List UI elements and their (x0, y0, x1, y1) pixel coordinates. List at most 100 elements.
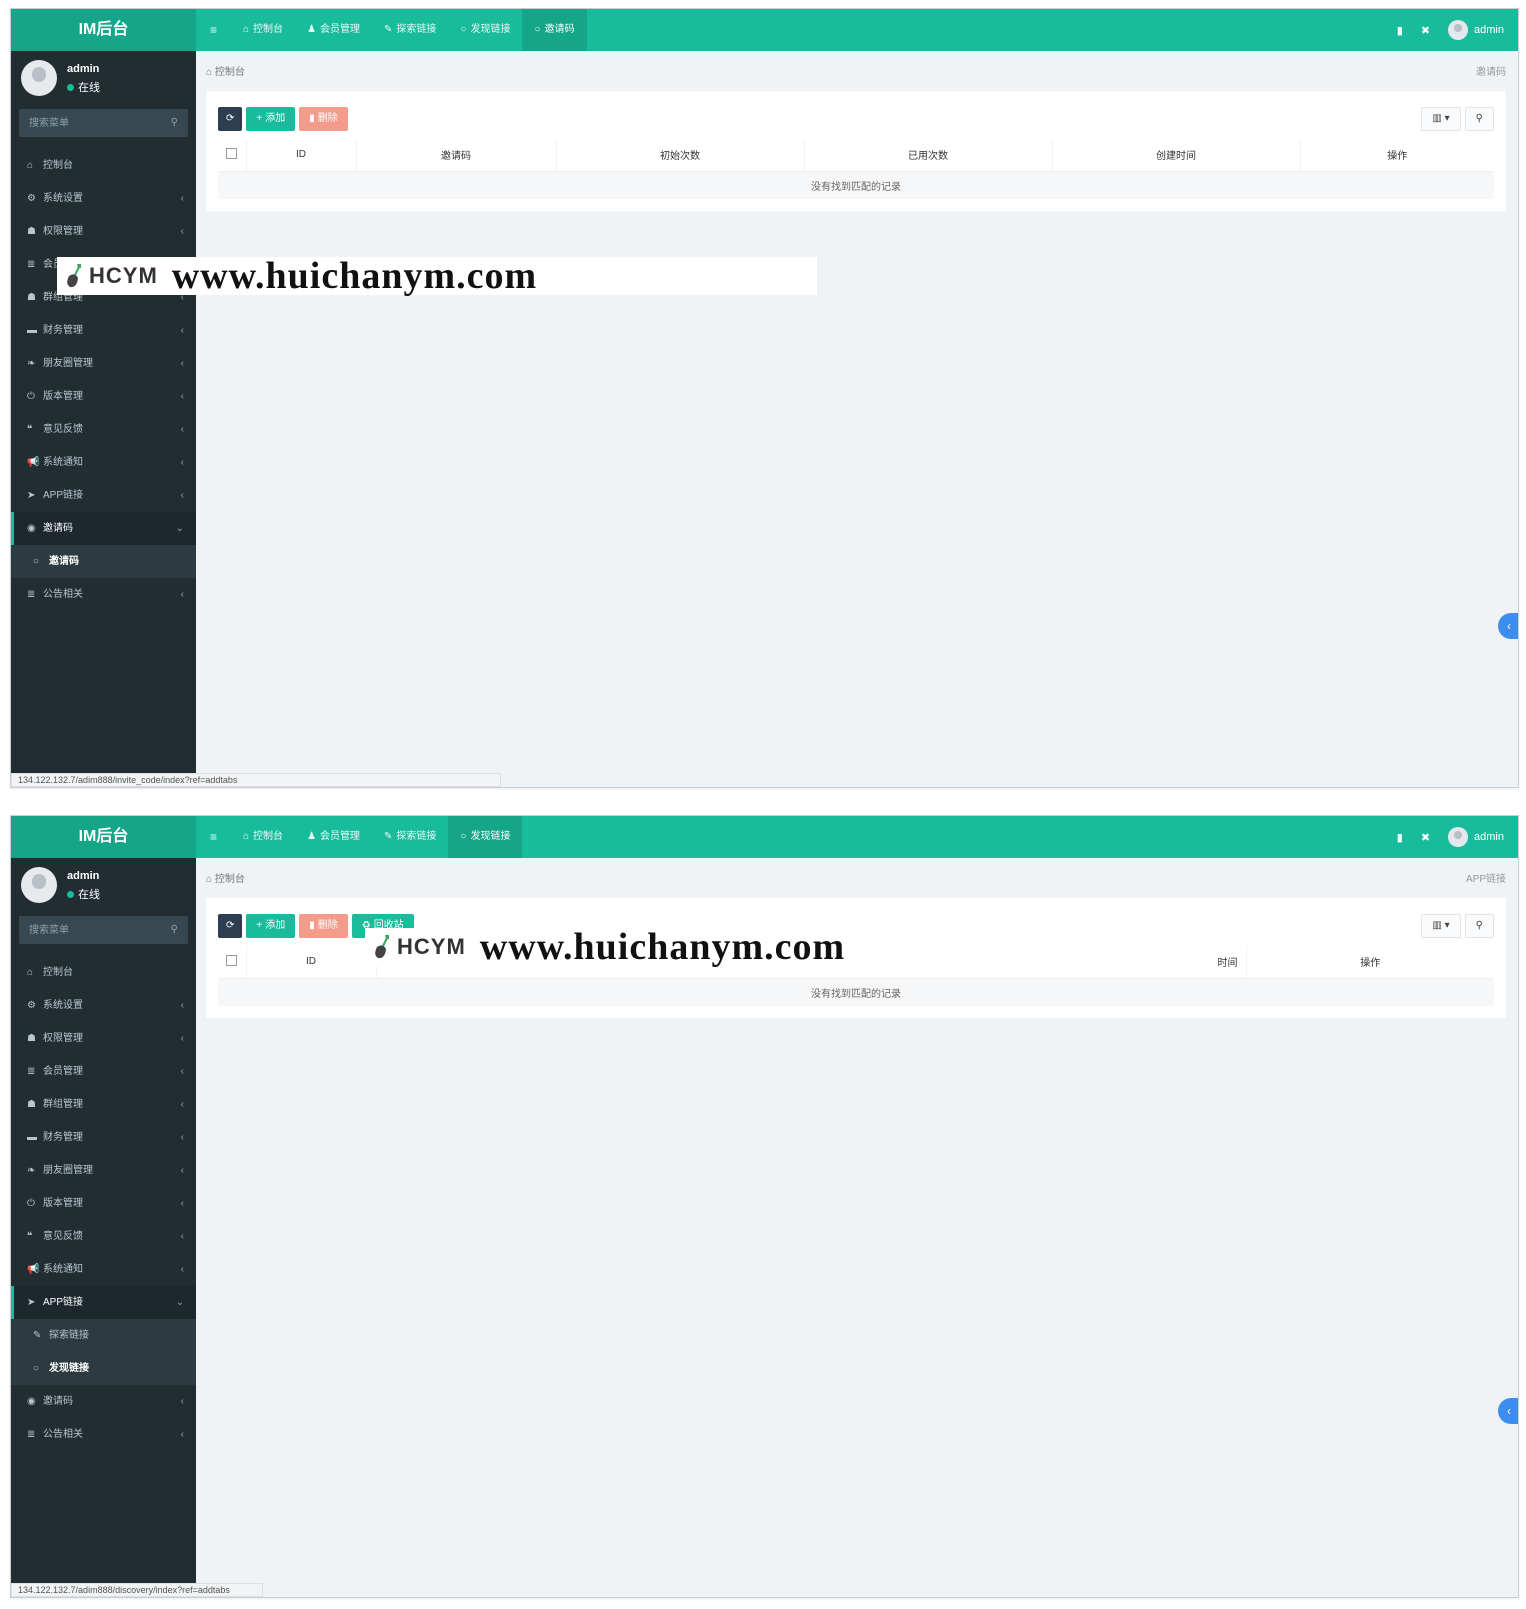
user-name: admin (67, 63, 100, 75)
fullscreen-icon[interactable]: ✖ (1421, 831, 1430, 844)
sidebar-subitem-explore-links[interactable]: ✎ 探索链接 (11, 1319, 196, 1352)
sidebar-item-finance[interactable]: ▬ 财务管理 ‹ (11, 314, 196, 347)
sidebar-toggle-button[interactable]: ≡ (196, 816, 231, 858)
columns-toggle-button[interactable]: ▥ ▾ (1421, 914, 1461, 938)
circle-icon: ○ (534, 24, 541, 35)
columns-toggle-button[interactable]: ▥ ▾ (1421, 107, 1461, 131)
main-content: ⌂ 控制台 邀请码 ⟳ + 添加 ▮ 删除 ▥ ▾ ⚲ ID 邀请码 初始次数 … (196, 51, 1518, 787)
tab-discover-links[interactable]: ○ 发现链接 (448, 9, 522, 51)
refresh-button[interactable]: ⟳ (218, 914, 243, 938)
chevron-left-icon: ‹ (180, 226, 184, 237)
invite-code-table: ID 邀请码 初始次数 已用次数 创建时间 操作 没有找到匹配的记录 (218, 139, 1494, 199)
tab-dashboard[interactable]: ⌂ 控制台 (231, 9, 295, 51)
sidebar-subitem-discover-links[interactable]: ○ 发现链接 (11, 1352, 196, 1385)
sidebar-item-notifications[interactable]: 📢 系统通知 ‹ (11, 446, 196, 479)
sidebar-item-announcements[interactable]: ≣ 公告相关 ‹ (11, 1418, 196, 1451)
sidebar-item-app-links[interactable]: ➤ APP链接 ‹ (11, 479, 196, 512)
list-icon: ≣ (27, 1429, 36, 1440)
column-header[interactable]: 已用次数 (804, 139, 1053, 172)
sidebar-item-versions[interactable]: ⏻ 版本管理 ‹ (11, 380, 196, 413)
clear-cache-icon[interactable]: ▮ (1397, 831, 1403, 844)
table-search-button[interactable]: ⚲ (1464, 107, 1494, 131)
sidebar-item-members[interactable]: ≣会员管理‹ (11, 1055, 196, 1088)
leaf-icon: ❧ (27, 358, 36, 369)
tab-dashboard[interactable]: ⌂ 控制台 (231, 816, 295, 858)
select-all-checkbox[interactable] (218, 139, 247, 172)
app-logo[interactable]: IM后台 (11, 816, 196, 858)
sidebar-item-dashboard[interactable]: ⌂ 控制台 (11, 956, 196, 989)
delete-button[interactable]: ▮ 删除 (299, 914, 348, 938)
sidebar-item-moments[interactable]: ❧ 朋友圈管理 ‹ (11, 347, 196, 380)
sidebar-item-groups[interactable]: ☗ 群组管理 ‹ (11, 1088, 196, 1121)
sidebar-menu: ⌂控制台 ⚙系统设置‹ ☗权限管理‹ ≣会员管理‹ ☗群组管理‹ ▬财务管理‹ … (11, 149, 196, 611)
column-header[interactable]: 邀请码 (356, 139, 557, 172)
sidebar-menu: ⌂控制台 ⚙系统设置‹ ☗权限管理‹ ≣会员管理‹ ☗群组管理‹ ▬财务管理‹ … (11, 956, 196, 1451)
online-dot-icon (67, 891, 74, 898)
sidebar-item-invite-code[interactable]: ◉ 邀请码 ⌄ (11, 512, 196, 545)
users-icon: ☗ (27, 292, 36, 303)
user-menu[interactable]: admin (1448, 827, 1504, 847)
column-header[interactable]: ID (246, 946, 377, 979)
sidebar-subitem-invite-code[interactable]: ○ 邀请码 (11, 545, 196, 578)
sidebar-item-moments[interactable]: ❧ 朋友圈管理 ‹ (11, 1154, 196, 1187)
sidebar-item-feedback[interactable]: ❝ 意见反馈 ‹ (11, 1220, 196, 1253)
column-header[interactable]: ID (246, 139, 357, 172)
float-collapse-button[interactable]: ‹ (1498, 1398, 1518, 1424)
circle-icon: ○ (460, 24, 467, 35)
chevron-left-icon: ‹ (1507, 1404, 1511, 1418)
menu-search-input[interactable] (19, 916, 188, 944)
tab-discover-links[interactable]: ○ 发现链接 (448, 816, 523, 858)
sidebar-item-dashboard[interactable]: ⌂ 控制台 (11, 149, 196, 182)
watermark: HCYM www.huichanym.com (365, 926, 1121, 968)
sidebar-item-feedback[interactable]: ❝ 意见反馈 ‹ (11, 413, 196, 446)
browser-status-url: 134.122.132.7/adim888/discovery/index?re… (11, 1583, 263, 1597)
app-logo[interactable]: IM后台 (11, 9, 196, 51)
sidebar-item-system-settings[interactable]: ⚙ 系统设置 ‹ (11, 182, 196, 215)
fullscreen-icon[interactable]: ✖ (1421, 24, 1430, 37)
tab-explore-links[interactable]: ✎ 探索链接 (372, 816, 448, 858)
plus-icon: + (256, 113, 263, 124)
sidebar-item-permissions[interactable]: ☗ 权限管理 ‹ (11, 215, 196, 248)
float-collapse-button[interactable]: ‹ (1498, 613, 1518, 639)
table-tools: ▥ ▾ ⚲ (1421, 914, 1494, 938)
delete-button[interactable]: ▮ 删除 (299, 107, 348, 131)
add-button[interactable]: + 添加 (246, 914, 296, 938)
sidebar-item-invite-code[interactable]: ◉ 邀请码 ‹ (11, 1385, 196, 1418)
sidebar-item-versions[interactable]: ⏻ 版本管理 ‹ (11, 1187, 196, 1220)
sidebar-toggle-button[interactable]: ≡ (196, 9, 231, 51)
list-icon: ≣ (27, 1066, 36, 1077)
sidebar-item-announcements[interactable]: ≣ 公告相关 ‹ (11, 578, 196, 611)
circle-icon: ○ (460, 831, 467, 842)
select-all-checkbox[interactable] (218, 946, 247, 979)
search-icon[interactable]: ⚲ (171, 924, 178, 935)
breadcrumb-home[interactable]: ⌂ 控制台 (206, 870, 245, 885)
user-icon: ♟ (307, 24, 317, 35)
clear-cache-icon[interactable]: ▮ (1397, 24, 1403, 37)
add-button[interactable]: + 添加 (246, 107, 296, 131)
breadcrumb-home[interactable]: ⌂ 控制台 (206, 63, 245, 78)
refresh-button[interactable]: ⟳ (218, 107, 243, 131)
search-icon: ⚲ (1475, 113, 1483, 124)
column-header[interactable]: 初始次数 (556, 139, 805, 172)
user-menu[interactable]: admin (1448, 20, 1504, 40)
sidebar-item-app-links[interactable]: ➤ APP链接 ⌄ (11, 1286, 196, 1319)
menu-search-input[interactable] (19, 109, 188, 137)
chevron-left-icon: ‹ (180, 1132, 184, 1143)
chevron-left-icon: ‹ (180, 325, 184, 336)
sidebar-item-finance[interactable]: ▬ 财务管理 ‹ (11, 1121, 196, 1154)
tab-members[interactable]: ♟ 会员管理 (295, 9, 372, 51)
search-icon[interactable]: ⚲ (171, 117, 178, 128)
sidebar-item-permissions[interactable]: ☗ 权限管理 ‹ (11, 1022, 196, 1055)
user-status: 在线 (67, 886, 100, 902)
tab-invite-code[interactable]: ○ 邀请码 (522, 9, 587, 51)
wrench-icon: ✎ (384, 24, 393, 35)
tab-members[interactable]: ♟ 会员管理 (295, 816, 372, 858)
tab-explore-links[interactable]: ✎ 探索链接 (372, 9, 448, 51)
circle-icon: ○ (33, 1363, 40, 1374)
column-header[interactable]: 创建时间 (1052, 139, 1301, 172)
watermark: HCYM www.huichanym.com (57, 255, 817, 297)
table-search-button[interactable]: ⚲ (1464, 914, 1494, 938)
sidebar-item-notifications[interactable]: 📢 系统通知 ‹ (11, 1253, 196, 1286)
sidebar-item-system-settings[interactable]: ⚙ 系统设置 ‹ (11, 989, 196, 1022)
refresh-icon: ⟳ (226, 920, 235, 931)
